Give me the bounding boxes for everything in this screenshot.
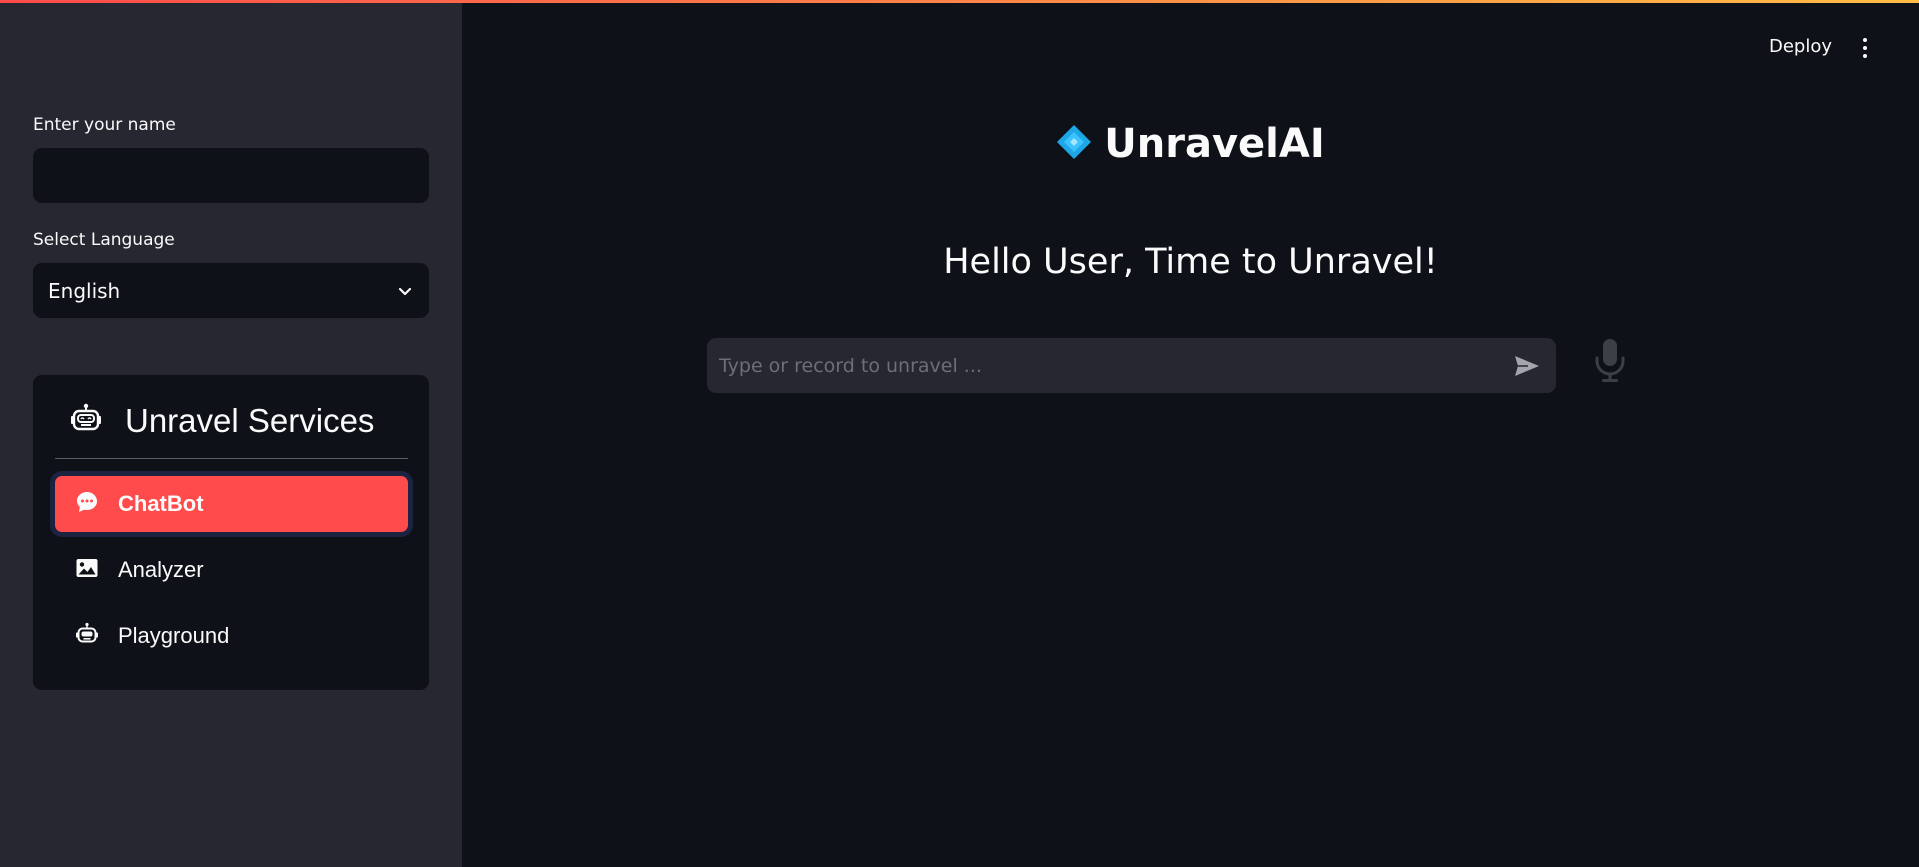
language-select-value: English bbox=[48, 278, 121, 303]
deploy-button[interactable]: Deploy bbox=[1769, 36, 1832, 57]
menu-item-chatbot[interactable]: ChatBot bbox=[55, 476, 408, 532]
send-icon[interactable] bbox=[1512, 351, 1542, 381]
kebab-menu-icon[interactable] bbox=[1857, 36, 1873, 60]
language-label: Select Language bbox=[33, 230, 175, 250]
services-menu: Unravel Services ChatBot Analyzer Playgr… bbox=[33, 375, 429, 690]
menu-item-label: Playground bbox=[118, 623, 230, 648]
robot-icon bbox=[75, 622, 99, 651]
menu-item-analyzer[interactable]: Analyzer bbox=[55, 542, 408, 598]
language-select[interactable]: English bbox=[33, 263, 429, 318]
diamond-logo-icon bbox=[1056, 124, 1092, 165]
image-icon bbox=[75, 557, 99, 584]
menu-divider bbox=[55, 458, 408, 459]
robot-icon bbox=[69, 402, 103, 441]
chat-input-container bbox=[707, 338, 1556, 393]
services-menu-title: Unravel Services bbox=[125, 402, 375, 439]
main-content: Deploy UnravelAI Hello User, Time to Unr… bbox=[462, 0, 1919, 867]
microphone-icon[interactable] bbox=[1590, 335, 1630, 387]
app-title: UnravelAI bbox=[1104, 121, 1325, 167]
services-menu-header: Unravel Services bbox=[33, 393, 429, 449]
top-decoration-bar bbox=[0, 0, 1919, 3]
chevron-down-icon bbox=[396, 282, 414, 300]
name-label: Enter your name bbox=[33, 115, 176, 135]
menu-item-label: ChatBot bbox=[118, 491, 204, 516]
greeting-heading: Hello User, Time to Unravel! bbox=[943, 242, 1438, 282]
chat-input[interactable] bbox=[707, 338, 1487, 393]
app-title-row: UnravelAI bbox=[462, 118, 1919, 170]
menu-item-playground[interactable]: Playground bbox=[55, 608, 408, 664]
name-input[interactable] bbox=[33, 148, 429, 203]
sidebar: Enter your name Select Language English bbox=[0, 0, 462, 867]
chat-dots-icon bbox=[75, 490, 99, 519]
menu-item-label: Analyzer bbox=[118, 557, 204, 582]
